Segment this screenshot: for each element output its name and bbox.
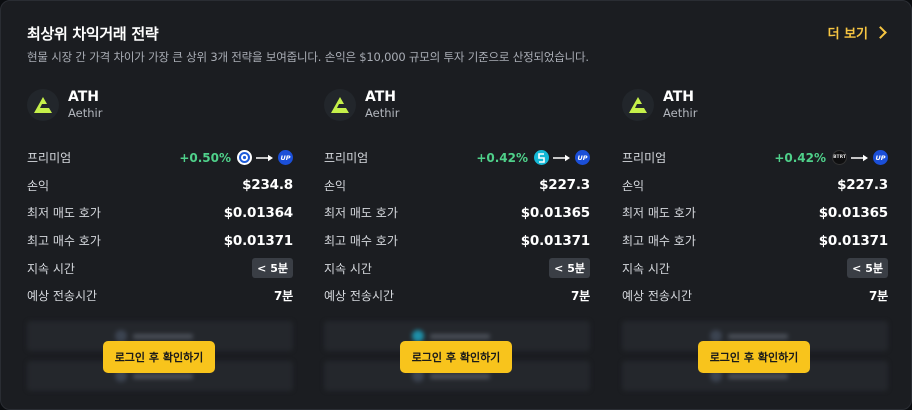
lowest-ask-row: 최저 매도 호가 $0.01365 — [324, 199, 590, 227]
coin-header: ATH Aethir — [622, 89, 697, 121]
premium-label: 프리미엄 — [27, 151, 72, 166]
highest-bid-value: $0.01371 — [818, 232, 888, 249]
transfer-label: 예상 전송시간 — [324, 289, 395, 304]
premium-value: +0.42% — [774, 150, 826, 165]
lowest-ask-label: 최저 매도 호가 — [27, 206, 101, 221]
transfer-label: 예상 전송시간 — [622, 289, 693, 304]
more-link[interactable]: 더 보기 — [827, 23, 887, 42]
lowest-ask-value: $0.01365 — [520, 204, 590, 221]
aethir-logo-icon — [324, 89, 356, 121]
premium-label: 프리미엄 — [622, 151, 667, 166]
coin-symbol: ATH — [68, 89, 100, 105]
strategy-card: ATH Aethir 프리미엄 +0.42% UP 손익 $227.3 최저 매… — [324, 89, 590, 399]
arrow-right-icon — [553, 154, 570, 161]
transfer-row: 예상 전송시간 7분 — [324, 282, 590, 310]
lowest-ask-label: 최저 매도 호가 — [622, 206, 696, 221]
coin-header: ATH Aethir — [27, 89, 102, 121]
duration-row: 지속 시간 < 5분 — [622, 254, 888, 282]
duration-label: 지속 시간 — [27, 261, 75, 276]
highest-bid-row: 최고 매수 호가 $0.01371 — [324, 227, 590, 255]
login-to-view-button[interactable]: 로그인 후 확인하기 — [698, 341, 810, 373]
transfer-label: 예상 전송시간 — [27, 289, 98, 304]
lowest-ask-value: $0.01365 — [818, 204, 888, 221]
chevron-right-icon — [874, 26, 887, 39]
transfer-row: 예상 전송시간 7분 — [622, 282, 888, 310]
pnl-row: 손익 $234.8 — [27, 172, 293, 200]
locked-content: 로그인 후 확인하기 — [27, 321, 293, 399]
duration-badge: < 5분 — [847, 258, 888, 279]
coin-name: Aethir — [663, 106, 698, 120]
premium-value: +0.42% — [476, 150, 528, 165]
locked-content: 로그인 후 확인하기 — [324, 321, 590, 399]
upbit-icon: UP — [278, 150, 293, 166]
pnl-value: $234.8 — [242, 177, 293, 194]
transfer-value: 7분 — [869, 289, 888, 304]
strategy-card: ATH Aethir 프리미엄 +0.42% BTRT UP 손익 $227.3… — [622, 89, 888, 399]
transfer-row: 예상 전송시간 7분 — [27, 282, 293, 310]
arbitrage-panel: 최상위 차익거래 전략 현물 시장 간 가격 차이가 가장 큰 상위 3개 전략… — [0, 0, 912, 410]
pnl-value: $227.3 — [539, 177, 590, 194]
pnl-row: 손익 $227.3 — [622, 172, 888, 200]
panel-title: 최상위 차익거래 전략 — [27, 25, 159, 43]
pnl-value: $227.3 — [837, 177, 888, 194]
pnl-label: 손익 — [324, 178, 347, 193]
pnl-label: 손익 — [622, 178, 645, 193]
coin-name: Aethir — [68, 106, 103, 120]
pnl-row: 손익 $227.3 — [324, 172, 590, 200]
coin-name: Aethir — [365, 106, 400, 120]
highest-bid-row: 최고 매수 호가 $0.01371 — [27, 227, 293, 255]
premium-value: +0.50% — [179, 150, 231, 165]
arrow-right-icon — [851, 154, 868, 161]
login-to-view-button[interactable]: 로그인 후 확인하기 — [400, 341, 512, 373]
transfer-value: 7분 — [274, 289, 293, 304]
exchange-icon — [237, 150, 252, 166]
premium-row: 프리미엄 +0.42% UP — [324, 144, 590, 172]
more-label: 더 보기 — [827, 27, 868, 42]
upbit-icon: UP — [575, 150, 590, 166]
transfer-value: 7분 — [571, 289, 590, 304]
coin-symbol: ATH — [365, 89, 397, 105]
panel-subtitle: 현물 시장 간 가격 차이가 가장 큰 상위 3개 전략을 보여줍니다. 손익은… — [27, 50, 589, 64]
login-to-view-button[interactable]: 로그인 후 확인하기 — [103, 341, 215, 373]
highest-bid-value: $0.01371 — [520, 232, 590, 249]
duration-badge: < 5분 — [252, 258, 293, 279]
premium-row: 프리미엄 +0.42% BTRT UP — [622, 144, 888, 172]
aethir-logo-icon — [27, 89, 59, 121]
highest-bid-label: 최고 매수 호가 — [324, 234, 398, 249]
coin-header: ATH Aethir — [324, 89, 399, 121]
arrow-right-icon — [256, 154, 273, 161]
duration-badge: < 5분 — [549, 258, 590, 279]
duration-label: 지속 시간 — [324, 261, 372, 276]
premium-row: 프리미엄 +0.50% UP — [27, 144, 293, 172]
premium-label: 프리미엄 — [324, 151, 369, 166]
lowest-ask-row: 최저 매도 호가 $0.01364 — [27, 199, 293, 227]
exchange-icon: BTRT — [832, 150, 847, 166]
aethir-logo-icon — [622, 89, 654, 121]
upbit-icon: UP — [873, 150, 888, 166]
highest-bid-value: $0.01371 — [223, 232, 293, 249]
highest-bid-row: 최고 매수 호가 $0.01371 — [622, 227, 888, 255]
locked-content: 로그인 후 확인하기 — [622, 321, 888, 399]
coin-symbol: ATH — [663, 89, 695, 105]
highest-bid-label: 최고 매수 호가 — [27, 234, 101, 249]
pnl-label: 손익 — [27, 178, 50, 193]
lowest-ask-row: 최저 매도 호가 $0.01365 — [622, 199, 888, 227]
exchange-icon — [534, 150, 549, 166]
strategy-card: ATH Aethir 프리미엄 +0.50% UP 손익 $234.8 최저 매… — [27, 89, 293, 399]
duration-row: 지속 시간 < 5분 — [27, 254, 293, 282]
duration-label: 지속 시간 — [622, 261, 670, 276]
duration-row: 지속 시간 < 5분 — [324, 254, 590, 282]
lowest-ask-value: $0.01364 — [223, 204, 293, 221]
highest-bid-label: 최고 매수 호가 — [622, 234, 696, 249]
lowest-ask-label: 최저 매도 호가 — [324, 206, 398, 221]
